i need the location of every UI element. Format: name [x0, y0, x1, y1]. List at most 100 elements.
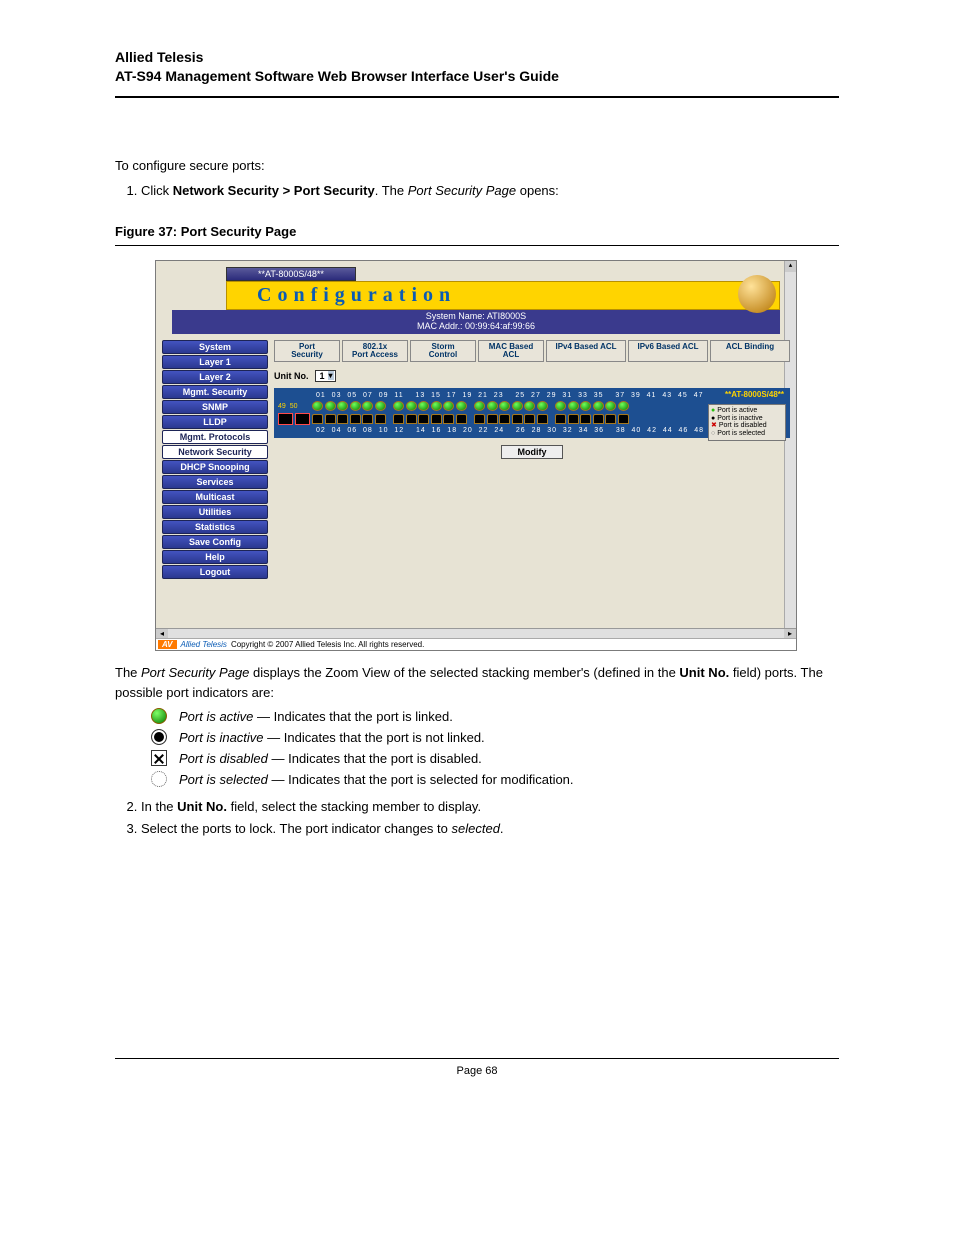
port[interactable]	[312, 414, 323, 424]
port[interactable]	[499, 401, 510, 411]
legend-inactive: Port is inactive	[711, 415, 783, 423]
sidebar-item-save-config[interactable]: Save Config	[162, 535, 268, 549]
uplink-ports[interactable]	[278, 413, 312, 425]
tab-ipv4-acl[interactable]: IPv4 Based ACL	[546, 340, 626, 362]
sidebar-item-mgmt-protocols[interactable]: Mgmt. Protocols	[162, 430, 268, 444]
uplink-49[interactable]	[278, 413, 293, 425]
port-disabled-icon	[151, 750, 167, 766]
port[interactable]	[618, 401, 629, 411]
tab-mac-acl[interactable]: MAC BasedACL	[478, 340, 544, 362]
port[interactable]	[605, 401, 616, 411]
port[interactable]	[512, 414, 523, 424]
port[interactable]	[406, 401, 417, 411]
port[interactable]	[325, 414, 336, 424]
mac-address: MAC Addr.: 00:99:64:af:99:66	[172, 322, 780, 332]
port[interactable]	[456, 414, 467, 424]
port[interactable]	[474, 414, 485, 424]
port[interactable]	[393, 401, 404, 411]
port[interactable]	[593, 414, 604, 424]
sidebar-item-network-security[interactable]: Network Security	[162, 445, 268, 459]
sidebar-item-lldp[interactable]: LLDP	[162, 415, 268, 429]
sidebar-item-utilities[interactable]: Utilities	[162, 505, 268, 519]
port[interactable]	[618, 414, 629, 424]
scroll-left-icon[interactable]: ◂	[156, 629, 168, 638]
sidebar-item-help[interactable]: Help	[162, 550, 268, 564]
port-legend: Port is active Port is inactive Port is …	[708, 404, 786, 441]
port[interactable]	[593, 401, 604, 411]
legend-active: Port is active	[711, 407, 783, 415]
port[interactable]	[580, 414, 591, 424]
window-title: **AT-8000S/48**	[226, 267, 356, 281]
port[interactable]	[537, 414, 548, 424]
sidebar-item-multicast[interactable]: Multicast	[162, 490, 268, 504]
sidebar-item-system[interactable]: System	[162, 340, 268, 354]
sidebar-item-snmp[interactable]: SNMP	[162, 400, 268, 414]
port[interactable]	[393, 414, 404, 424]
sidebar-item-dhcp-snooping[interactable]: DHCP Snooping	[162, 460, 268, 474]
port[interactable]	[362, 414, 373, 424]
banner-title: Configuration	[227, 284, 456, 306]
unit-dropdown[interactable]: 1	[315, 370, 336, 382]
port[interactable]	[431, 401, 442, 411]
port[interactable]	[555, 401, 566, 411]
tab-8021x[interactable]: 802.1xPort Access	[342, 340, 408, 362]
modify-button[interactable]: Modify	[501, 445, 563, 459]
figure-caption: Figure 37: Port Security Page	[115, 224, 839, 239]
port[interactable]	[555, 414, 566, 424]
port[interactable]	[418, 414, 429, 424]
port[interactable]	[605, 414, 616, 424]
sidebar-item-services[interactable]: Services	[162, 475, 268, 489]
horizontal-scrollbar[interactable]: ◂ ▸	[156, 628, 796, 638]
indicator-inactive: Port is inactive — Indicates that the po…	[151, 729, 839, 745]
port[interactable]	[375, 401, 386, 411]
port[interactable]	[487, 414, 498, 424]
sidebar-item-layer1[interactable]: Layer 1	[162, 355, 268, 369]
header-subtitle: AT-S94 Management Software Web Browser I…	[115, 67, 839, 86]
port[interactable]	[456, 401, 467, 411]
port[interactable]	[443, 401, 454, 411]
sidebar: System Layer 1 Layer 2 Mgmt. Security SN…	[162, 340, 268, 580]
sidebar-item-mgmt-security[interactable]: Mgmt. Security	[162, 385, 268, 399]
sidebar-item-logout[interactable]: Logout	[162, 565, 268, 579]
sidebar-item-statistics[interactable]: Statistics	[162, 520, 268, 534]
port[interactable]	[443, 414, 454, 424]
tab-storm-control[interactable]: StormControl	[410, 340, 476, 362]
scroll-right-icon[interactable]: ▸	[784, 629, 796, 638]
port[interactable]	[524, 401, 535, 411]
page-footer: Page 68	[115, 1058, 839, 1077]
port[interactable]	[362, 401, 373, 411]
port[interactable]	[568, 401, 579, 411]
port[interactable]	[568, 414, 579, 424]
uplink-50[interactable]	[295, 413, 310, 425]
port[interactable]	[350, 401, 361, 411]
port[interactable]	[537, 401, 548, 411]
tab-acl-binding[interactable]: ACL Binding	[710, 340, 790, 362]
step-3: Select the ports to lock. The port indic…	[141, 819, 839, 839]
port[interactable]	[474, 401, 485, 411]
port[interactable]	[487, 401, 498, 411]
tab-port-security[interactable]: PortSecurity	[274, 340, 340, 362]
ports-bottom-row[interactable]	[312, 414, 635, 424]
ports-top-row[interactable]	[312, 401, 635, 411]
port[interactable]	[431, 414, 442, 424]
sidebar-item-layer2[interactable]: Layer 2	[162, 370, 268, 384]
port[interactable]	[350, 414, 361, 424]
tab-ipv6-acl[interactable]: IPv6 Based ACL	[628, 340, 708, 362]
unit-selector-row: Unit No. 1	[274, 370, 790, 382]
screenshot: ▴ ▾ **AT-8000S/48** Configuration System…	[155, 260, 797, 651]
port[interactable]	[375, 414, 386, 424]
port[interactable]	[337, 401, 348, 411]
port[interactable]	[499, 414, 510, 424]
port[interactable]	[418, 401, 429, 411]
port[interactable]	[325, 401, 336, 411]
port[interactable]	[524, 414, 535, 424]
port[interactable]	[580, 401, 591, 411]
system-info: System Name: ATI8000S MAC Addr.: 00:99:6…	[172, 310, 780, 334]
port[interactable]	[337, 414, 348, 424]
port[interactable]	[406, 414, 417, 424]
screenshot-footer: AV Allied Telesis Copyright © 2007 Allie…	[156, 638, 796, 650]
port[interactable]	[312, 401, 323, 411]
footer-logo-icon: AV	[158, 640, 177, 649]
page-header: Allied Telesis AT-S94 Management Softwar…	[115, 48, 839, 98]
port[interactable]	[512, 401, 523, 411]
